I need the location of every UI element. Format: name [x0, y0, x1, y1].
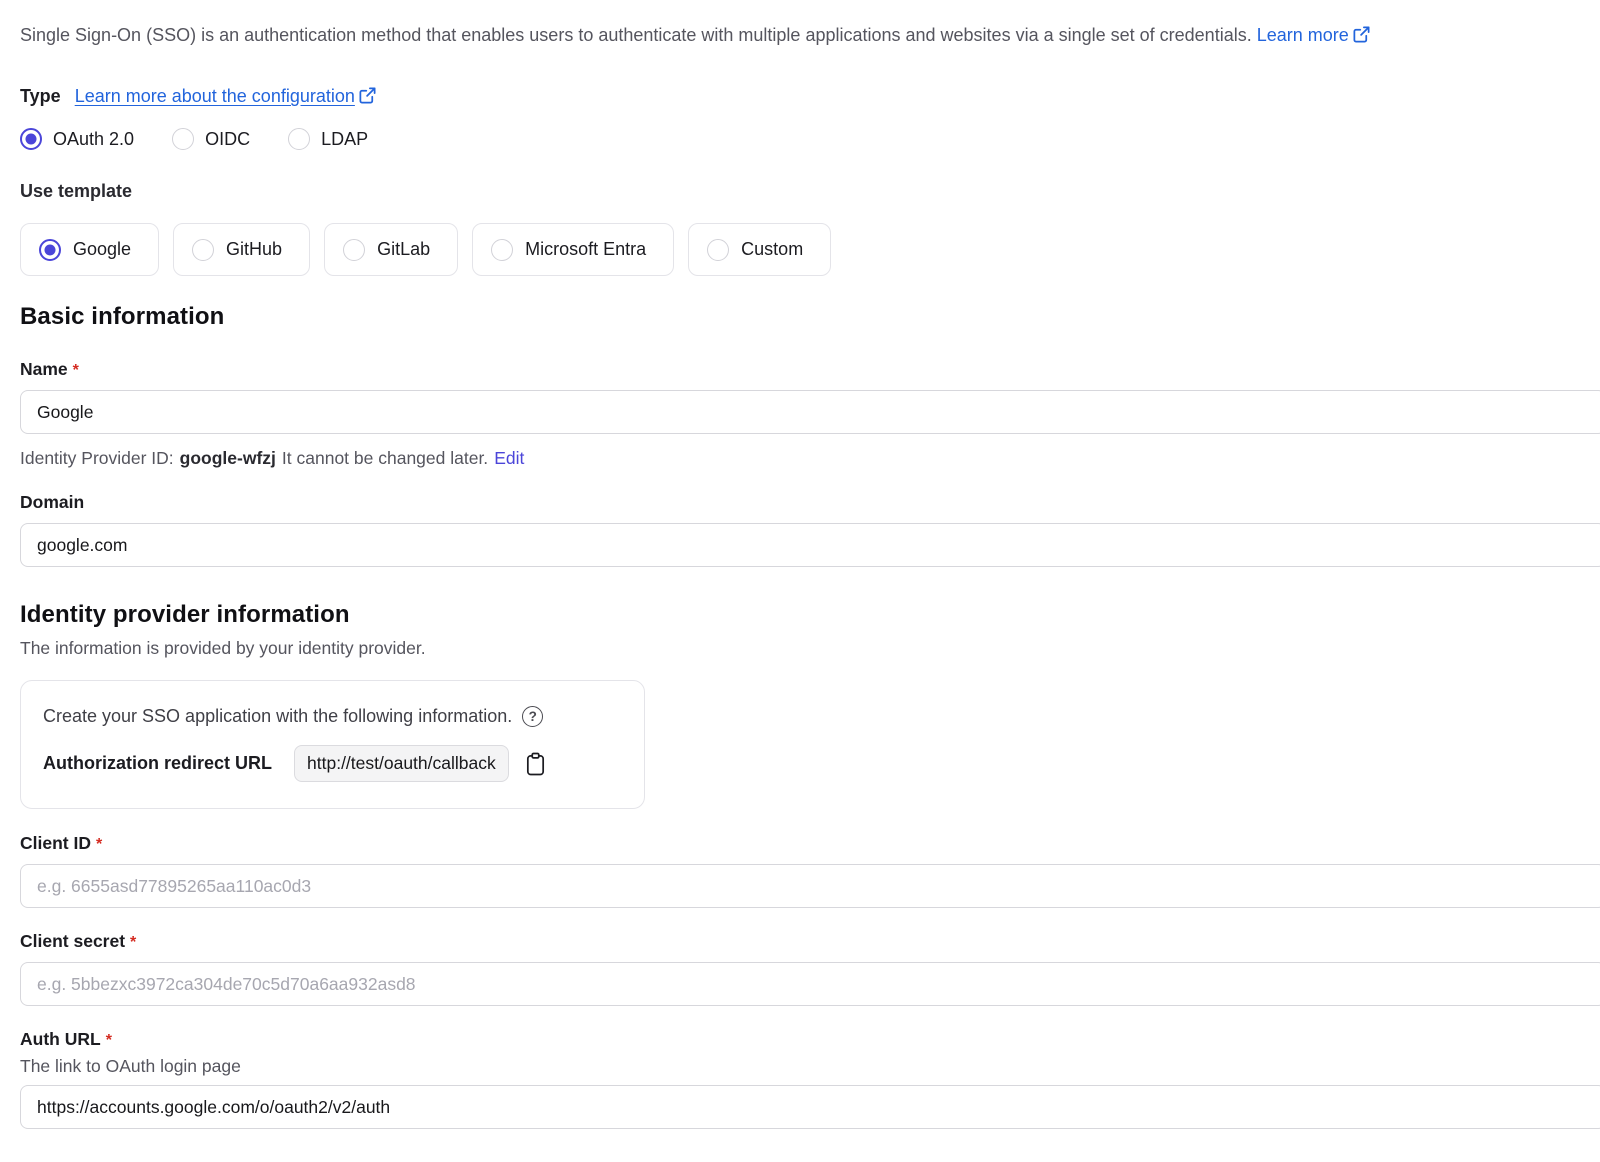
name-label: Name *: [20, 359, 1600, 380]
callout-instruction-text: Create your SSO application with the fol…: [43, 706, 512, 727]
external-link-icon: [358, 86, 377, 105]
sso-description-text: Single Sign-On (SSO) is an authenticatio…: [20, 25, 1252, 45]
help-icon[interactable]: ?: [522, 706, 543, 727]
radio-oidc[interactable]: OIDC: [172, 128, 250, 150]
template-card-custom[interactable]: Custom: [688, 223, 831, 276]
template-card-github[interactable]: GitHub: [173, 223, 310, 276]
configuration-docs-link[interactable]: Learn more about the configuration: [75, 86, 377, 107]
template-google-radio[interactable]: [39, 239, 61, 261]
learn-more-link[interactable]: Learn more: [1257, 25, 1371, 45]
idp-id-suffix: It cannot be changed later.: [282, 448, 488, 469]
radio-oauth2-circle[interactable]: [20, 128, 42, 150]
client-id-label: Client ID *: [20, 833, 1600, 854]
client-id-input[interactable]: [20, 864, 1600, 908]
redirect-url-value: http://test/oauth/callback: [294, 745, 509, 782]
copy-redirect-url-button[interactable]: [524, 751, 547, 777]
radio-ldap-circle[interactable]: [288, 128, 310, 150]
radio-oauth2[interactable]: OAuth 2.0: [20, 128, 134, 150]
template-microsoft-entra-radio[interactable]: [491, 239, 513, 261]
required-marker: *: [130, 934, 136, 952]
idp-id-value: google-wfzj: [180, 448, 276, 469]
use-template-label: Use template: [20, 181, 1600, 202]
template-gitlab-radio[interactable]: [343, 239, 365, 261]
sso-application-callout: Create your SSO application with the fol…: [20, 680, 645, 809]
radio-ldap[interactable]: LDAP: [288, 128, 368, 150]
callout-instruction-row: Create your SSO application with the fol…: [43, 706, 622, 727]
client-secret-input[interactable]: [20, 962, 1600, 1006]
auth-url-input[interactable]: [20, 1085, 1600, 1129]
domain-label: Domain: [20, 492, 1600, 513]
identity-provider-id-line: Identity Provider ID: google-wfzj It can…: [20, 448, 1600, 469]
redirect-url-label: Authorization redirect URL: [43, 753, 272, 774]
template-card-google[interactable]: Google: [20, 223, 159, 276]
sso-description: Single Sign-On (SSO) is an authenticatio…: [20, 24, 1600, 46]
template-card-gitlab[interactable]: GitLab: [324, 223, 458, 276]
basic-information-heading: Basic information: [20, 303, 1600, 331]
client-secret-label: Client secret *: [20, 931, 1600, 952]
name-input[interactable]: [20, 390, 1600, 434]
idp-id-prefix: Identity Provider ID:: [20, 448, 174, 469]
type-section-header: Type Learn more about the configuration: [20, 86, 1600, 107]
external-link-icon: [1352, 25, 1371, 44]
edit-idp-id-link[interactable]: Edit: [494, 448, 524, 469]
idp-information-heading: Identity provider information: [20, 601, 1600, 629]
redirect-url-row: Authorization redirect URL http://test/o…: [43, 745, 622, 782]
template-card-group: Google GitHub GitLab Microsoft Entra Cus…: [20, 223, 1600, 276]
template-github-radio[interactable]: [192, 239, 214, 261]
template-card-microsoft-entra[interactable]: Microsoft Entra: [472, 223, 674, 276]
auth-url-help-text: The link to OAuth login page: [20, 1056, 1600, 1077]
radio-oidc-circle[interactable]: [172, 128, 194, 150]
sso-config-form: Single Sign-On (SSO) is an authenticatio…: [0, 0, 1600, 1129]
copy-icon: [524, 751, 547, 777]
auth-url-label: Auth URL *: [20, 1029, 1600, 1050]
domain-input[interactable]: [20, 523, 1600, 567]
type-radio-group: OAuth 2.0 OIDC LDAP: [20, 128, 1600, 150]
type-label: Type: [20, 86, 61, 107]
idp-information-subheading: The information is provided by your iden…: [20, 638, 1600, 659]
required-marker: *: [106, 1032, 112, 1050]
required-marker: *: [96, 836, 102, 854]
required-marker: *: [73, 362, 79, 380]
template-custom-radio[interactable]: [707, 239, 729, 261]
